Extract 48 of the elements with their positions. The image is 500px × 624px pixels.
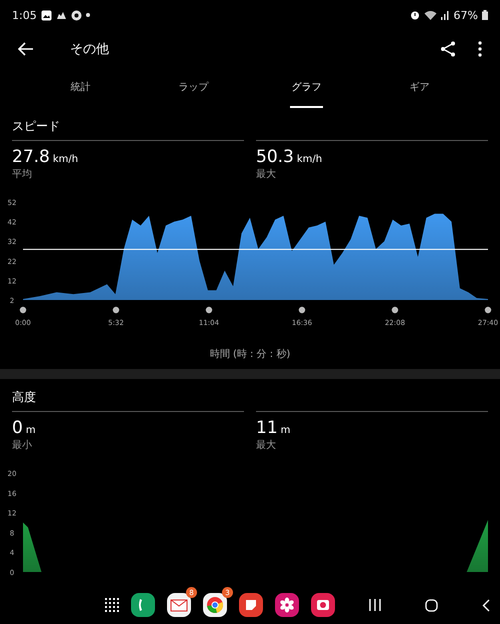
stat-unit: km/h <box>52 154 78 165</box>
axis-label: 時間 (時 : 分 : 秒) <box>208 348 292 362</box>
tab[interactable]: ラップ <box>177 68 210 108</box>
flower-icon[interactable] <box>275 593 299 617</box>
screen-title: その他 <box>70 41 109 58</box>
browser-icon[interactable] <box>203 593 227 617</box>
wifi-icon <box>424 10 437 20</box>
section-title: スピード <box>11 118 61 135</box>
stat-value: 27.8 <box>12 147 50 167</box>
stat-value: 0 <box>12 418 23 438</box>
alarm-icon <box>410 10 420 20</box>
home-icon[interactable] <box>425 598 438 612</box>
more-options-icon[interactable] <box>478 41 482 57</box>
stat-label: 最大 <box>256 438 277 452</box>
stat-unit: km/h <box>296 154 322 165</box>
stat-label: 最大 <box>256 168 277 181</box>
dot-icon <box>86 13 90 17</box>
notes-icon[interactable] <box>239 593 263 617</box>
tick-dot <box>484 306 492 314</box>
tick-dot <box>206 306 212 314</box>
tick-dot <box>298 306 306 314</box>
mail-icon[interactable] <box>167 593 191 617</box>
back-arrow-icon[interactable] <box>18 42 34 56</box>
stat-label: 最小 <box>12 438 33 452</box>
stat-value: 11 <box>256 418 278 438</box>
section-title: 高度 <box>11 389 37 406</box>
battery-percent: 67% <box>454 8 478 22</box>
camera-icon[interactable] <box>311 593 335 617</box>
tab[interactable]: ギア <box>403 68 436 108</box>
stat-unit: m <box>26 425 36 436</box>
battery-icon <box>482 10 488 20</box>
app-drawer-icon[interactable] <box>105 598 119 612</box>
gallery-icon <box>40 10 52 20</box>
tab[interactable]: グラフ <box>290 68 323 108</box>
tick-dot <box>20 306 26 314</box>
stat-value: 50.3 <box>256 147 294 167</box>
stat-label: 平均 <box>12 168 33 181</box>
phone-icon[interactable] <box>131 593 155 617</box>
tick-dot <box>112 306 120 314</box>
signal-icon <box>440 10 450 20</box>
tick-dot <box>392 306 398 314</box>
stat-unit: m <box>280 425 290 436</box>
back-chevron-icon[interactable] <box>482 598 490 612</box>
recent-apps-icon[interactable] <box>369 599 381 611</box>
status-time: 1:05 <box>12 8 37 22</box>
app-icon <box>70 10 82 20</box>
tab[interactable]: 統計 <box>64 68 97 108</box>
share-icon[interactable] <box>440 41 456 57</box>
